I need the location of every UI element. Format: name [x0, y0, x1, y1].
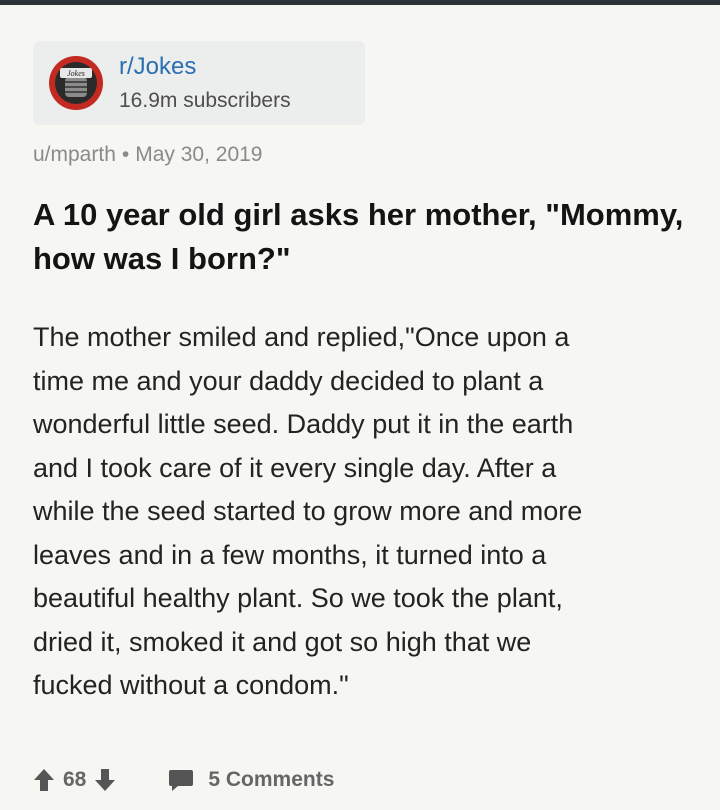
post-footer: 68 5 Comments: [33, 762, 334, 798]
post-title: A 10 year old girl asks her mother, "Mom…: [33, 197, 684, 276]
arrow-down-icon: [95, 769, 116, 791]
post-body-line: wonderful little seed. Daddy put it in t…: [33, 409, 574, 439]
post-author[interactable]: u/mparth: [33, 143, 116, 166]
arrow-up-icon: [34, 769, 54, 791]
subreddit-card[interactable]: Jokes r/Jokes 16.9m subscribers: [33, 41, 365, 125]
post-body-line: leaves and in a few months, it turned in…: [33, 539, 547, 570]
post-body-line: time me and your daddy decided to plant …: [33, 365, 544, 396]
upvote-button[interactable]: [33, 768, 55, 792]
post-body-line: beautiful healthy plant. So we took the …: [33, 583, 563, 613]
downvote-button[interactable]: [94, 768, 116, 792]
post-body-line: while the seed started to grow more and …: [33, 496, 583, 526]
post-body: The mother smiled and replied,"Once upon…: [33, 316, 705, 708]
subscriber-count: 16.9m subscribers: [119, 89, 291, 112]
subreddit-name[interactable]: r/Jokes: [119, 53, 196, 81]
post-body-line: The mother smiled and replied,"Once upon…: [33, 322, 570, 352]
post-body-line: dried it, smoked it and got so high that…: [33, 626, 532, 657]
vote-score: 68: [63, 768, 87, 791]
post-date: May 30, 2019: [135, 143, 263, 166]
subreddit-avatar[interactable]: Jokes: [48, 55, 104, 111]
post-meta: u/mparth • May 30, 2019: [33, 143, 263, 167]
comments-link[interactable]: 5 Comments: [208, 768, 334, 792]
meta-separator: •: [121, 143, 130, 166]
top-bar: [0, 0, 720, 5]
post-body-line: and I took care of it every single day. …: [33, 452, 557, 483]
comment-bubble-icon[interactable]: [168, 768, 194, 792]
avatar-logo-text: Jokes: [67, 69, 85, 78]
post-body-line: fucked without a condom.": [33, 670, 349, 700]
